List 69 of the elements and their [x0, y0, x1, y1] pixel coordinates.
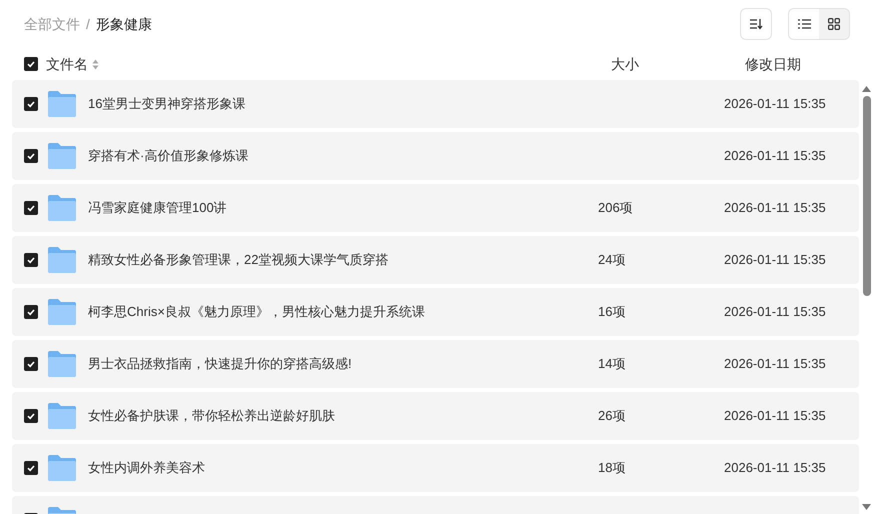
check-icon: [26, 307, 36, 317]
folder-icon: [47, 194, 77, 222]
item-count: 16项: [598, 304, 626, 320]
file-row[interactable]: 精致女性必备形象管理课，22堂视频大课学气质穿搭 24项 2026-01-11 15:35: [12, 236, 859, 284]
checkbox[interactable]: [24, 201, 38, 215]
file-row[interactable]: 男士衣品拯救指南，快速提升你的穿搭高级感! 14项 2026-01-11 15:35: [12, 340, 859, 388]
folder-icon: [47, 402, 77, 430]
modified-date: 2026-01-11 15:35: [724, 199, 826, 218]
file-row[interactable]: 冯雪家庭健康管理100讲 206项 2026-01-11 15:35: [12, 184, 859, 232]
checkbox[interactable]: [24, 461, 38, 475]
file-name: 穿搭有术·高价值形象修炼课: [88, 148, 248, 164]
checkbox[interactable]: [24, 97, 38, 111]
scrollbar-thumb[interactable]: [862, 96, 870, 296]
modified-date: 2026-01-11 15:35: [724, 459, 826, 478]
file-name: 男士衣品拯救指南，快速提升你的穿搭高级感!: [88, 356, 352, 372]
breadcrumb-link[interactable]: 形象健康: [96, 14, 152, 34]
breadcrumb-separator: /: [86, 14, 90, 34]
sort-icon: [749, 18, 763, 30]
modified-date: 2026-01-11 15:35: [724, 147, 826, 166]
checkbox[interactable]: [24, 253, 38, 267]
checkbox[interactable]: [24, 409, 38, 423]
check-icon: [26, 255, 36, 265]
file-row[interactable]: 柯李思Chris×良叔《魅力原理》，男性核心魅力提升系统课 16项 2026-01-11 15:35: [12, 288, 859, 336]
column-header[interactable]: 文件名: [46, 54, 88, 74]
checkbox[interactable]: [24, 357, 38, 371]
file-row[interactable]: 16堂男士变男神穿搭形象课 2026-01-11 15:35: [12, 80, 859, 128]
file-name: 精致女性必备形象管理课，22堂视频大课学气质穿搭: [88, 252, 388, 268]
folder-icon: [47, 454, 77, 482]
checkbox[interactable]: [24, 149, 38, 163]
file-name: 女性必备护肤课，带你轻松养出逆龄好肌肤: [88, 408, 335, 424]
file-row[interactable]: 穿搭有术·高价值形象修炼课 2026-01-11 15:35: [12, 132, 859, 180]
check-icon: [26, 359, 36, 369]
checkbox[interactable]: [24, 57, 38, 71]
folder-icon: [47, 350, 77, 378]
file-name: 16堂男士变男神穿搭形象课: [88, 96, 246, 112]
modified-date: 2026-01-11 15:35: [724, 95, 826, 114]
folder-icon: [47, 142, 77, 170]
scroll-down-icon[interactable]: [862, 504, 871, 510]
scroll-up-icon[interactable]: [862, 86, 871, 92]
modified-date: 2026-01-11 15:35: [724, 355, 826, 374]
column-header[interactable]: 修改日期: [745, 54, 801, 74]
item-count: 18项: [598, 460, 626, 476]
grid-icon: [828, 18, 840, 30]
list-icon: [798, 19, 810, 29]
file-name: 冯雪家庭健康管理100讲: [88, 200, 227, 216]
checkbox[interactable]: [24, 305, 38, 319]
file-name: 柯李思Chris×良叔《魅力原理》，男性核心魅力提升系统课: [88, 304, 425, 320]
file-row[interactable]: 女性内调外养美容术 18项 2026-01-11 15:35: [12, 444, 859, 492]
check-icon: [26, 411, 36, 421]
folder-icon: [47, 246, 77, 274]
modified-date: 2026-01-11 15:35: [724, 303, 826, 322]
item-count: 26项: [598, 408, 626, 424]
folder-icon: [47, 90, 77, 118]
folder-icon: [47, 298, 77, 326]
check-icon: [26, 99, 36, 109]
check-icon: [26, 59, 36, 69]
sort-button[interactable]: [740, 8, 772, 40]
check-icon: [26, 463, 36, 473]
check-icon: [26, 203, 36, 213]
check-icon: [26, 151, 36, 161]
list-view-button[interactable]: [789, 9, 819, 39]
modified-date: 2026-01-11 15:35: [724, 407, 826, 426]
column-header[interactable]: 大小: [611, 54, 739, 74]
file-name: 女性内调外养美容术: [88, 460, 205, 476]
item-count: 24项: [598, 252, 626, 268]
item-count: 206项: [598, 200, 633, 216]
item-count: 14项: [598, 356, 626, 372]
modified-date: 2026-01-11 15:35: [724, 251, 826, 270]
file-row[interactable]: 女性必备护肤课，带你轻松养出逆龄好肌肤 26项 2026-01-11 15:35: [12, 392, 859, 440]
